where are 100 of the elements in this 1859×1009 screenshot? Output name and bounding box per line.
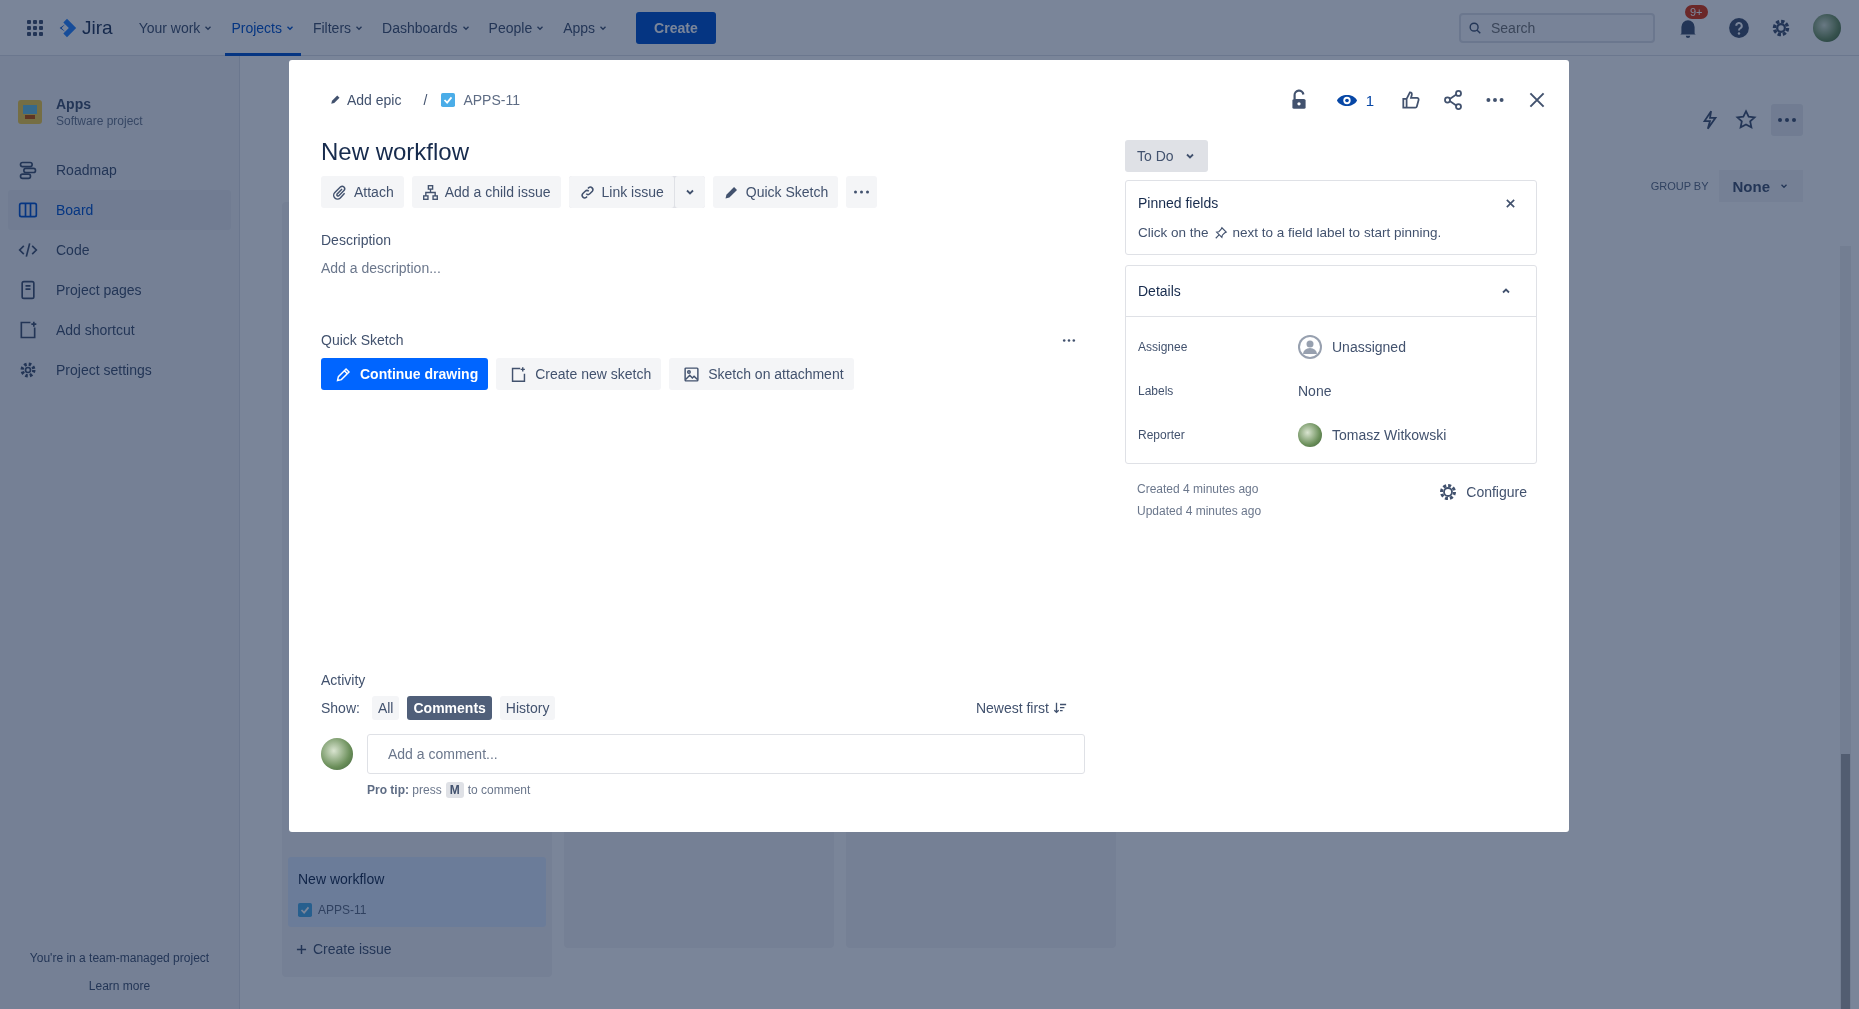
pro-tip-text: Pro tip: press xyxy=(367,783,442,797)
group-by-label: GROUP BY xyxy=(1650,180,1709,192)
description-field[interactable]: Add a description... xyxy=(321,260,441,276)
settings-icon xyxy=(18,360,38,380)
field-value[interactable]: Unassigned xyxy=(1332,339,1406,355)
sidebar-item[interactable]: Project settings xyxy=(8,350,231,390)
activity-filter-tab[interactable]: History xyxy=(499,696,556,720)
pinned-hint-text: next to a field label to start pinning. xyxy=(1232,225,1442,240)
plus-icon xyxy=(296,943,307,955)
more-icon[interactable] xyxy=(1061,337,1077,343)
eye-icon xyxy=(1335,92,1358,108)
group-by-dropdown[interactable]: None xyxy=(1718,170,1803,202)
brand-name[interactable]: Jira xyxy=(82,16,113,39)
project-name: Apps xyxy=(56,96,92,112)
field-label: Reporter xyxy=(1138,428,1186,442)
user-avatar[interactable] xyxy=(1813,13,1841,42)
nav-menu[interactable]: Filters xyxy=(306,0,371,56)
configure-button[interactable]: Configure xyxy=(1438,482,1527,502)
issue-card[interactable]: New workflow APPS-11 xyxy=(288,857,546,927)
sidebar-item[interactable]: Board xyxy=(8,190,231,230)
sidebar-item[interactable]: Add shortcut xyxy=(8,310,231,350)
panel-title: Pinned fields xyxy=(1138,195,1219,211)
issue-title[interactable]: New workflow xyxy=(321,136,1085,168)
attach-button[interactable]: Attach xyxy=(321,176,404,208)
search-field[interactable]: Search xyxy=(1459,12,1655,43)
scrollbar[interactable] xyxy=(1840,246,1851,1009)
project-mode-note: You're in a team-managed project xyxy=(29,951,210,965)
quick-sketch-label: Quick Sketch xyxy=(321,332,404,348)
create-sketch-button[interactable]: Create new sketch xyxy=(496,358,662,390)
sidebar-item[interactable]: Project pages xyxy=(8,270,231,310)
star-icon[interactable] xyxy=(1735,109,1757,131)
search-icon xyxy=(1468,20,1482,35)
quick-sketch-button[interactable]: Quick Sketch xyxy=(712,176,839,208)
create-button[interactable]: Create xyxy=(636,11,716,44)
pencil-icon xyxy=(335,365,352,383)
link-issue-button[interactable]: Link issue xyxy=(568,176,674,208)
continue-drawing-button[interactable]: Continue drawing xyxy=(321,358,489,390)
breadcrumb-separator: / xyxy=(423,92,428,108)
add-child-issue-button[interactable]: Add a child issue xyxy=(411,176,561,208)
sort-icon xyxy=(1053,701,1067,715)
activity-filter-tab[interactable]: Comments xyxy=(407,696,492,720)
paperclip-icon xyxy=(331,183,348,201)
pin-icon xyxy=(1213,225,1228,240)
project-icon xyxy=(18,100,42,124)
learn-more-link[interactable]: Learn more xyxy=(88,979,151,993)
keyboard-key: M xyxy=(445,782,464,798)
more-actions-button[interactable] xyxy=(846,176,878,208)
field-label: Labels xyxy=(1138,384,1175,398)
code-icon xyxy=(18,240,38,260)
activity-label: Activity xyxy=(321,672,367,688)
field-value[interactable]: Tomasz Witkowski xyxy=(1332,427,1447,443)
sidebar-item[interactable]: Roadmap xyxy=(8,150,231,190)
issue-key: APPS-11 xyxy=(318,903,367,917)
pencil-icon xyxy=(329,94,341,106)
settings-icon xyxy=(1438,482,1459,502)
description-label: Description xyxy=(321,232,393,248)
details-header[interactable]: Details xyxy=(1126,266,1536,317)
share-icon[interactable] xyxy=(1442,89,1464,111)
user-avatar xyxy=(1298,423,1322,447)
created-date: Created 4 minutes ago xyxy=(1137,482,1260,496)
add-page-icon xyxy=(18,320,38,340)
nav-menu[interactable]: Dashboards xyxy=(376,0,477,56)
user-avatar xyxy=(321,738,353,770)
issue-key-link[interactable]: APPS-11 xyxy=(463,92,520,108)
nav-menu[interactable]: Your work xyxy=(132,0,220,56)
field-value[interactable]: None xyxy=(1298,383,1332,399)
person-icon xyxy=(1298,335,1322,359)
app-grid-icon[interactable] xyxy=(27,19,43,36)
task-icon xyxy=(298,903,312,917)
updated-date: Updated 4 minutes ago xyxy=(1137,504,1262,518)
image-icon xyxy=(683,365,701,383)
create-issue-button[interactable]: Create issue xyxy=(288,927,546,971)
more-icon xyxy=(854,190,870,194)
sidebar-item[interactable]: Code xyxy=(8,230,231,270)
field-label: Assignee xyxy=(1138,340,1189,354)
board-icon xyxy=(18,200,38,220)
add-epic-link[interactable]: Add epic xyxy=(321,88,410,112)
sketch-attachment-button[interactable]: Sketch on attachment xyxy=(669,358,854,390)
help-icon[interactable] xyxy=(1728,16,1750,39)
status-dropdown[interactable]: To Do xyxy=(1125,140,1208,172)
activity-filter-tab[interactable]: All xyxy=(371,696,400,720)
comment-field[interactable]: Add a comment... xyxy=(367,734,1085,774)
add-page-icon xyxy=(510,365,528,383)
pinned-hint-text: Click on the xyxy=(1138,225,1209,240)
page-icon xyxy=(18,280,38,300)
nav-menu[interactable]: People xyxy=(482,0,552,56)
roadmap-icon xyxy=(18,160,38,180)
show-label: Show: xyxy=(321,700,360,716)
hierarchy-icon xyxy=(421,183,439,201)
thumbs-up-icon[interactable] xyxy=(1400,89,1422,111)
sort-button[interactable]: Newest first xyxy=(969,699,1073,717)
nav-menu[interactable]: Apps xyxy=(557,0,615,56)
link-icon xyxy=(578,183,596,201)
close-icon[interactable] xyxy=(1505,197,1516,209)
project-type: Software project xyxy=(56,114,143,128)
watch-button[interactable]: 1 xyxy=(1329,90,1380,110)
notification-badge: 9+ xyxy=(1685,4,1708,19)
task-icon xyxy=(441,93,456,107)
card-title: New workflow xyxy=(298,871,386,887)
pro-tip-text: to comment xyxy=(467,783,531,797)
